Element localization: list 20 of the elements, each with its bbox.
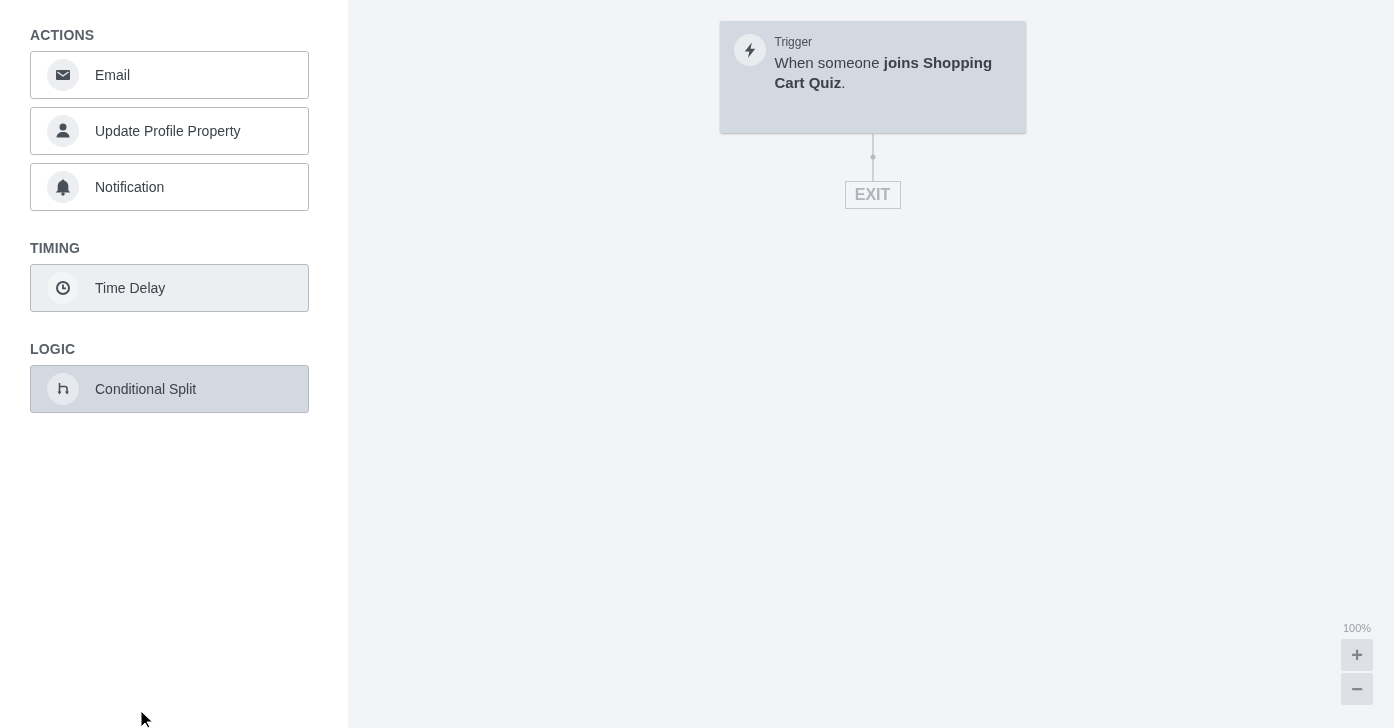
bell-icon (47, 171, 79, 203)
trigger-label: Trigger (774, 35, 813, 49)
envelope-icon (47, 59, 79, 91)
sidebar-item[interactable]: Update Profile Property (30, 107, 309, 155)
sidebar-item[interactable]: Notification (30, 163, 309, 211)
lightning-icon (733, 34, 766, 66)
sidebar-item[interactable]: Conditional Split (30, 365, 309, 413)
sidebar-item[interactable]: Email (30, 51, 309, 99)
clock-icon (47, 272, 79, 304)
connector-line (869, 133, 876, 181)
section-heading: LOGIC (30, 340, 76, 358)
section-heading: ACTIONS (30, 26, 95, 44)
section-heading: TIMING (30, 239, 81, 257)
zoom-level: 100% (1342, 622, 1372, 635)
trigger-description: When someone joins Shopping Cart Quiz. (774, 53, 993, 93)
exit-node: EXIT (844, 181, 901, 209)
person-icon (47, 115, 79, 147)
split-arrows-icon (47, 373, 79, 405)
sidebar-item[interactable]: Time Delay (30, 264, 309, 312)
trigger-node[interactable]: Trigger When someone joins Shopping Cart Quiz. (719, 21, 1026, 133)
